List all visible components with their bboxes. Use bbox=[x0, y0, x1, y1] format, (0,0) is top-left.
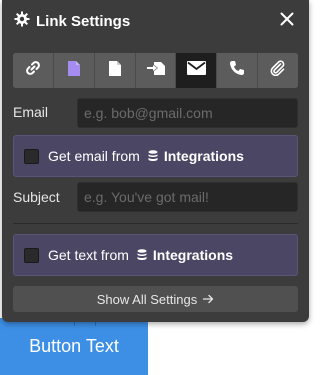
database-icon bbox=[148, 150, 158, 162]
link-icon bbox=[25, 60, 41, 81]
email-integration-checkbox[interactable] bbox=[24, 148, 39, 164]
email-field[interactable] bbox=[77, 98, 298, 128]
text-integration-checkbox[interactable] bbox=[24, 247, 39, 263]
link-type-email-button[interactable] bbox=[176, 53, 218, 88]
document-icon bbox=[108, 60, 122, 82]
link-settings-panel: Link Settings Email e.g. bob@gmail.com G… bbox=[2, 0, 309, 322]
link-type-url-button[interactable] bbox=[13, 53, 54, 88]
close-icon bbox=[280, 12, 294, 31]
panel-title: Link Settings bbox=[36, 12, 131, 30]
database-icon bbox=[137, 249, 147, 261]
link-type-section-button[interactable] bbox=[135, 53, 177, 88]
link-type-toolbar bbox=[13, 53, 298, 88]
text-integration-prefix: Get text from bbox=[48, 247, 129, 263]
envelope-icon bbox=[186, 61, 206, 80]
email-integration-toggle[interactable]: Get email from Integrations bbox=[13, 135, 298, 177]
link-type-phone-button[interactable] bbox=[217, 53, 259, 88]
subject-field[interactable] bbox=[77, 182, 298, 212]
text-integration-name: Integrations bbox=[152, 247, 234, 263]
email-integration-name: Integrations bbox=[163, 148, 244, 164]
phone-icon bbox=[229, 60, 245, 81]
email-label: Email bbox=[13, 104, 49, 120]
background-button[interactable]: Button Text bbox=[0, 318, 148, 375]
gear-icon bbox=[14, 11, 30, 32]
text-integration-toggle[interactable]: Get text from Integrations bbox=[13, 234, 298, 276]
panel-header: Link Settings bbox=[2, 0, 309, 42]
paperclip-icon bbox=[270, 60, 286, 81]
close-button[interactable] bbox=[277, 11, 297, 31]
email-integration-prefix: Get email from bbox=[48, 148, 140, 164]
divider bbox=[13, 223, 298, 224]
subject-label: Subject bbox=[13, 189, 60, 205]
link-type-file-button[interactable] bbox=[258, 53, 298, 88]
section-arrow-icon bbox=[146, 60, 166, 81]
link-type-page-button[interactable] bbox=[53, 53, 95, 88]
show-all-settings-label: Show All Settings bbox=[96, 291, 198, 307]
show-all-settings-button[interactable]: Show All Settings bbox=[13, 286, 298, 312]
arrow-right-icon bbox=[203, 292, 214, 307]
page-icon bbox=[67, 60, 81, 82]
background-button-label: Button Text bbox=[29, 336, 119, 356]
link-type-document-button[interactable] bbox=[94, 53, 136, 88]
